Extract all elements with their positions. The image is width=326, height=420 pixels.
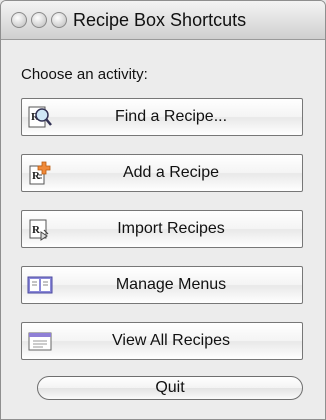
window-content: Choose an activity: R Find a Recipe... R	[1, 40, 325, 419]
zoom-window-button[interactable]	[51, 12, 67, 28]
view-all-recipes-button[interactable]: View All Recipes	[21, 322, 303, 360]
manage-menus-button[interactable]: Manage Menus	[21, 266, 303, 304]
quit-button[interactable]: Quit	[37, 376, 303, 400]
import-recipes-icon: R	[27, 216, 53, 242]
add-recipe-button[interactable]: R Add a Recipe	[21, 154, 303, 192]
close-window-button[interactable]	[11, 12, 27, 28]
title-bar: Recipe Box Shortcuts	[1, 1, 325, 40]
import-recipes-button[interactable]: R Import Recipes	[21, 210, 303, 248]
import-recipes-label: Import Recipes	[117, 220, 225, 237]
view-all-recipes-icon	[27, 328, 53, 354]
manage-menus-icon	[27, 272, 53, 298]
find-recipe-icon: R	[27, 104, 53, 130]
window-title: Recipe Box Shortcuts	[73, 10, 247, 30]
add-recipe-label: Add a Recipe	[122, 164, 220, 181]
find-recipe-label: Find a Recipe...	[114, 108, 228, 125]
manage-menus-label: Manage Menus	[115, 276, 227, 293]
svg-text:R: R	[32, 170, 41, 182]
recipe-box-shortcuts-window: Recipe Box Shortcuts Choose an activity:…	[0, 0, 326, 420]
find-recipe-button[interactable]: R Find a Recipe...	[21, 98, 303, 136]
choose-activity-label: Choose an activity:	[21, 66, 148, 83]
minimize-window-button[interactable]	[31, 12, 47, 28]
view-all-recipes-label: View All Recipes	[112, 332, 230, 349]
svg-text:R: R	[32, 224, 41, 236]
add-recipe-icon: R	[27, 160, 53, 186]
